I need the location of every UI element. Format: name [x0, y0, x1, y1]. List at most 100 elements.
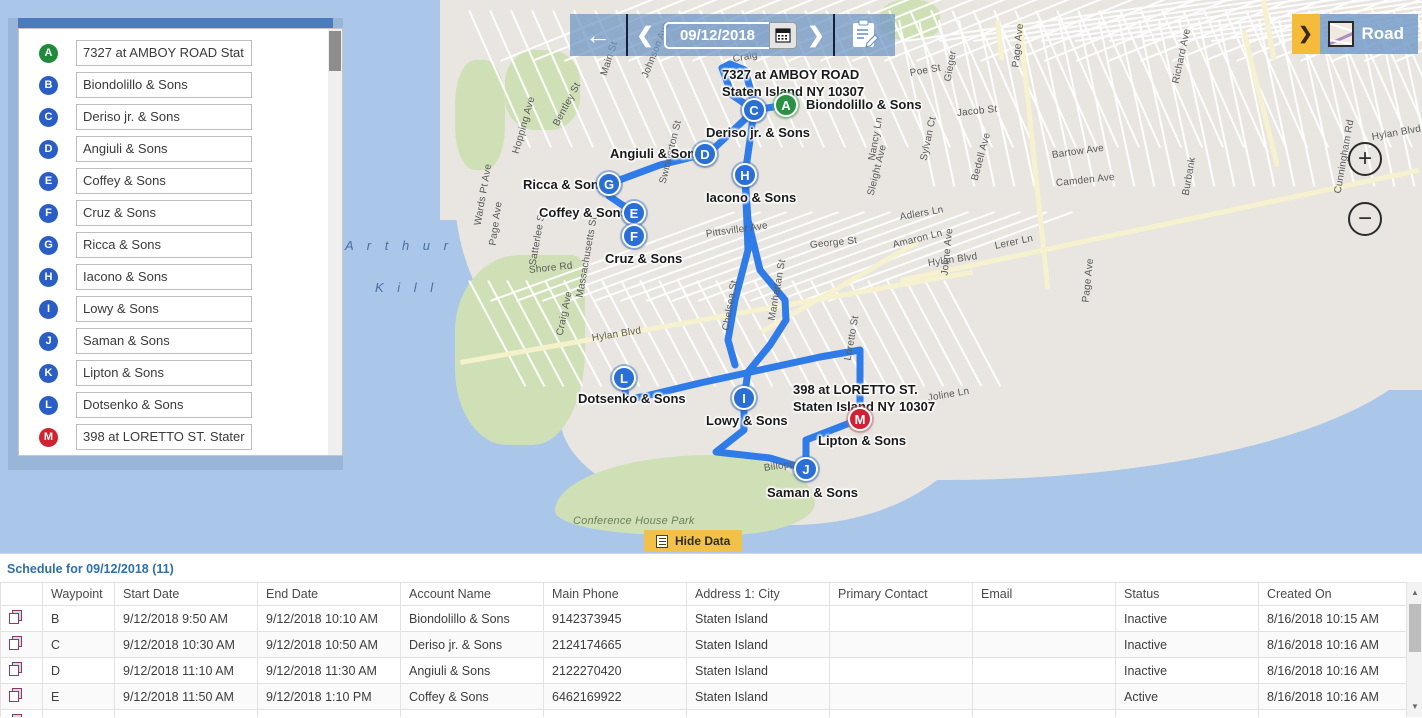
waypoint-input[interactable]: Dotsenko & Sons	[76, 392, 252, 418]
waypoint-row[interactable]: G Ricca & Sons	[19, 229, 342, 261]
map-marker-e[interactable]: E	[622, 201, 646, 225]
back-button[interactable]: ←	[570, 14, 626, 56]
map-marker-j[interactable]: J	[794, 457, 818, 481]
waypoint-input[interactable]: Biondolillo & Sons	[76, 72, 252, 98]
next-day-button[interactable]: ❯	[799, 14, 833, 56]
grid-scrollbar[interactable]: ▲ ▼	[1406, 582, 1422, 717]
waypoint-row[interactable]: F Cruz & Sons	[19, 197, 342, 229]
waypoint-input[interactable]: Angiuli & Sons	[76, 136, 252, 162]
cell-account: Cruz & Sons	[400, 709, 544, 717]
waypoint-row[interactable]: B Biondolillo & Sons	[19, 69, 342, 101]
map-marker-c[interactable]: C	[742, 98, 766, 122]
map-marker-l[interactable]: L	[612, 366, 636, 390]
hide-data-button[interactable]: Hide Data	[644, 530, 743, 552]
zoom-out-button[interactable]: −	[1348, 202, 1382, 236]
cell-created: 8/16/2018 10:16 AM	[1258, 683, 1407, 710]
waypoint-row[interactable]: J Saman & Sons	[19, 325, 342, 357]
record-icon[interactable]	[9, 662, 23, 676]
scroll-up-icon[interactable]: ▲	[1411, 588, 1419, 597]
waypoint-input[interactable]: Coffey & Sons	[76, 168, 252, 194]
waypoint-row[interactable]: H Iacono & Sons	[19, 261, 342, 293]
waypoint-row[interactable]: L Dotsenko & Sons	[19, 389, 342, 421]
waypoint-scrollbar[interactable]	[328, 29, 342, 455]
waypoint-input[interactable]: Iacono & Sons	[76, 264, 252, 290]
map-marker-f[interactable]: F	[622, 224, 646, 248]
schedule-clipboard-button[interactable]	[835, 14, 895, 56]
waypoint-scrollbar-thumb[interactable]	[329, 31, 341, 71]
zoom-in-button[interactable]: +	[1348, 142, 1382, 176]
grid-column-header[interactable]	[0, 582, 43, 606]
map-marker-m[interactable]: M	[848, 407, 872, 431]
grid-column-header[interactable]: Created On	[1258, 582, 1407, 606]
waypoint-input[interactable]: 398 at LORETTO ST. Stater	[76, 424, 252, 450]
row-open-record-cell[interactable]	[0, 631, 43, 658]
map-marker-g[interactable]: G	[597, 172, 621, 196]
waypoint-row[interactable]: A 7327 at AMBOY ROAD Stat	[19, 37, 342, 69]
previous-day-button[interactable]: ❮	[628, 14, 662, 56]
map-toolbar[interactable]: ← ❮ 09/12/2018 ❯	[570, 14, 895, 56]
date-picker[interactable]: 09/12/2018	[664, 21, 797, 49]
waypoint-badge-d-icon: D	[39, 139, 58, 159]
waypoint-input[interactable]: Lowy & Sons	[76, 296, 252, 322]
grid-column-header[interactable]: End Date	[257, 582, 401, 606]
map-marker-d[interactable]: D	[693, 142, 717, 166]
row-open-record-cell[interactable]	[0, 657, 43, 684]
record-icon[interactable]	[9, 610, 23, 624]
map-type-button[interactable]: ❯ Road	[1291, 14, 1418, 54]
waypoint-list[interactable]: A 7327 at AMBOY ROAD Stat B Biondolillo & S…	[19, 29, 342, 453]
waypoint-input[interactable]: Ricca & Sons	[76, 232, 252, 258]
record-icon[interactable]	[9, 636, 23, 650]
row-open-record-cell[interactable]	[0, 683, 43, 710]
grid-column-header[interactable]: Waypoint	[42, 582, 115, 606]
waypoint-row[interactable]: I Lowy & Sons	[19, 293, 342, 325]
scroll-down-icon[interactable]: ▼	[1411, 702, 1419, 711]
date-input[interactable]: 09/12/2018	[664, 21, 769, 49]
waypoint-input[interactable]: Lipton & Sons	[76, 360, 252, 386]
record-icon[interactable]	[9, 688, 23, 702]
waypoint-input[interactable]: Deriso jr. & Sons	[76, 104, 252, 130]
row-open-record-cell[interactable]	[0, 605, 43, 632]
waypoint-row[interactable]: M 398 at LORETTO ST. Stater	[19, 421, 342, 453]
chevron-right-icon[interactable]: ❯	[1291, 14, 1320, 54]
waypoint-row[interactable]: K Lipton & Sons	[19, 357, 342, 389]
grid-column-header[interactable]: Main Phone	[543, 582, 687, 606]
grid-column-header[interactable]: Account Name	[400, 582, 544, 606]
cell-end: 9/12/2018 11:30 AM	[257, 657, 401, 684]
row-open-record-cell[interactable]	[0, 709, 43, 717]
cell-end: 9/12/2018 10:10 AM	[257, 605, 401, 632]
cell-end: 9/12/2018 1:50 PM	[257, 709, 401, 717]
schedule-grid-wrapper[interactable]: Waypoint Start Date End Date Account Name Ma…	[0, 582, 1422, 717]
map-marker-i[interactable]: I	[732, 386, 756, 410]
waypoint-input[interactable]: 7327 at AMBOY ROAD Stat	[76, 40, 252, 66]
table-row[interactable]: B 9/12/2018 9:50 AM 9/12/2018 10:10 AM Bion…	[0, 605, 1407, 632]
schedule-grid[interactable]: Waypoint Start Date End Date Account Name Ma…	[0, 582, 1407, 717]
waypoint-panel[interactable]: A 7327 at AMBOY ROAD Stat B Biondolillo & S…	[18, 28, 343, 456]
map-type-body[interactable]: Road	[1319, 14, 1418, 54]
cell-waypoint: B	[42, 605, 115, 632]
waypoint-input[interactable]: Cruz & Sons	[76, 200, 252, 226]
table-row[interactable]: E 9/12/2018 11:50 AM 9/12/2018 1:10 PM Coff…	[0, 683, 1407, 710]
map-marker-h[interactable]: H	[733, 163, 757, 187]
grid-column-header[interactable]: Primary Contact	[829, 582, 973, 606]
grid-header-row[interactable]: Waypoint Start Date End Date Account Name Ma…	[0, 582, 1407, 606]
grid-column-header[interactable]: Address 1: City	[686, 582, 830, 606]
waypoint-row[interactable]: C Deriso jr. & Sons	[19, 101, 342, 133]
waypoint-input[interactable]: Saman & Sons	[76, 328, 252, 354]
grid-column-header[interactable]: Status	[1115, 582, 1259, 606]
table-row[interactable]: F9/12/2018 1:30 PM9/12/2018 1:50 PMCruz …	[0, 709, 1407, 717]
map-zoom-controls[interactable]: + −	[1348, 142, 1382, 236]
map-marker-a[interactable]: A	[774, 93, 798, 117]
table-row[interactable]: D 9/12/2018 11:10 AM 9/12/2018 11:30 AM Ang…	[0, 657, 1407, 684]
cell-contact	[829, 631, 973, 658]
grid-column-header[interactable]: Email	[972, 582, 1116, 606]
cell-city: Staten Island	[686, 657, 830, 684]
waypoint-row[interactable]: E Coffey & Sons	[19, 165, 342, 197]
grid-body[interactable]: B 9/12/2018 9:50 AM 9/12/2018 10:10 AM Bion…	[0, 605, 1407, 717]
record-icon[interactable]	[9, 714, 23, 717]
waypoint-row[interactable]: D Angiuli & Sons	[19, 133, 342, 165]
grid-scrollbar-thumb[interactable]	[1409, 604, 1421, 652]
cell-phone: 6462169922	[543, 683, 687, 710]
table-row[interactable]: C 9/12/2018 10:30 AM 9/12/2018 10:50 AM Der…	[0, 631, 1407, 658]
grid-column-header[interactable]: Start Date	[114, 582, 258, 606]
calendar-icon[interactable]	[769, 21, 797, 49]
